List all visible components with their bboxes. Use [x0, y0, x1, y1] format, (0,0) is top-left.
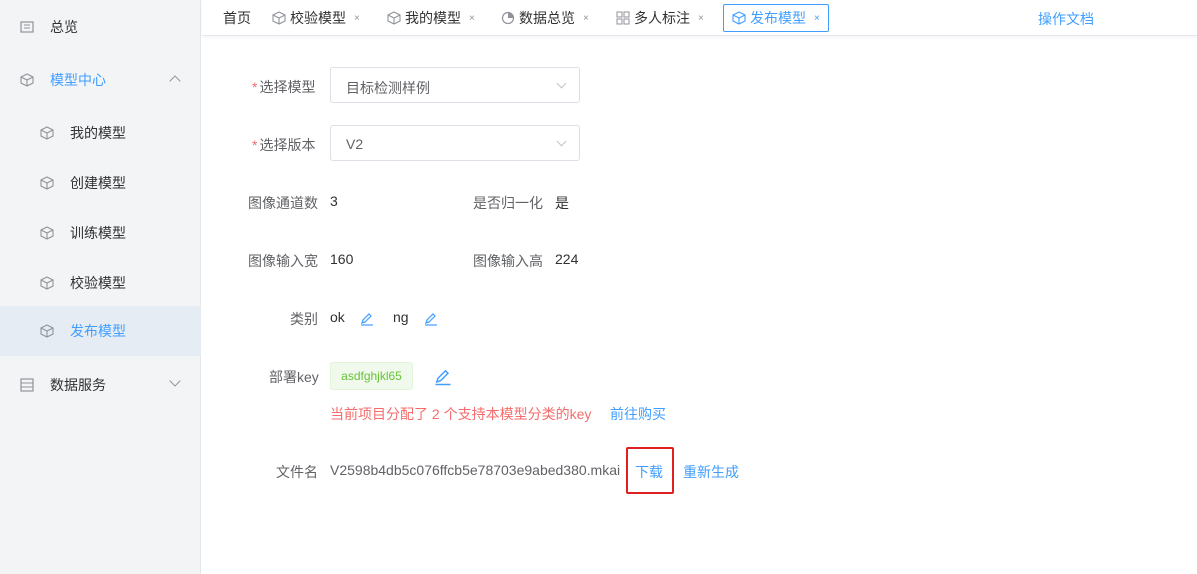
- width-label: 图像输入宽: [248, 253, 318, 269]
- sidebar-item-data-service[interactable]: 数据服务: [0, 360, 201, 410]
- tab-validate-model[interactable]: 校验模型 ×: [272, 4, 360, 32]
- version-select-value: V2: [346, 136, 364, 152]
- docs-link[interactable]: 操作文档: [1038, 9, 1094, 29]
- cube-icon: [40, 176, 54, 190]
- regenerate-link[interactable]: 重新生成: [683, 462, 739, 482]
- sidebar-item-label: 模型中心: [50, 72, 106, 88]
- required-mark: *: [252, 79, 258, 95]
- model-select[interactable]: 目标检测样例: [330, 67, 580, 103]
- chevron-up-icon: [169, 75, 181, 87]
- cube-icon: [387, 11, 401, 25]
- chevron-down-icon: [556, 78, 567, 89]
- sidebar-item-create-model[interactable]: 创建模型: [0, 158, 201, 208]
- tab-label: 首页: [223, 10, 251, 26]
- normalize-label: 是否归一化: [473, 195, 543, 211]
- sidebar-item-validate-model[interactable]: 校验模型: [0, 258, 201, 308]
- model-select-value: 目标检测样例: [346, 80, 430, 96]
- close-icon[interactable]: ×: [583, 13, 589, 24]
- overview-icon: [20, 21, 34, 33]
- category-value: ng: [393, 309, 409, 325]
- select-model-label: * 选择模型: [252, 77, 315, 97]
- sidebar-item-label: 训练模型: [70, 225, 126, 241]
- normalize-value: 是: [555, 195, 569, 211]
- close-icon[interactable]: ×: [354, 13, 360, 24]
- sidebar-item-my-models[interactable]: 我的模型: [0, 108, 201, 158]
- cube-icon: [272, 11, 286, 25]
- cube-icon: [20, 73, 34, 87]
- sidebar: 总览 模型中心 我的模型 创建模型 训练模型 校验模型 发布模型 数据服务: [0, 0, 201, 574]
- version-select[interactable]: V2: [330, 125, 580, 161]
- sidebar-item-label: 创建模型: [70, 175, 126, 191]
- required-mark: *: [252, 137, 258, 153]
- sidebar-item-label: 总览: [50, 19, 78, 35]
- deploy-key-tag: asdfghjkl65: [330, 362, 413, 390]
- label-text: 选择模型: [259, 79, 316, 95]
- cube-icon: [40, 226, 54, 240]
- tab-label: 数据总览: [519, 10, 575, 26]
- buy-link[interactable]: 前往购买: [610, 404, 666, 424]
- sidebar-item-label: 数据服务: [50, 377, 106, 393]
- cube-icon: [40, 324, 54, 338]
- sidebar-item-label: 发布模型: [70, 323, 126, 339]
- grid-icon: [616, 11, 630, 25]
- sidebar-item-train-model[interactable]: 训练模型: [0, 208, 201, 258]
- sidebar-item-label: 我的模型: [70, 125, 126, 141]
- height-value: 224: [555, 251, 579, 267]
- database-icon: [20, 378, 34, 392]
- tab-data-overview[interactable]: 数据总览 ×: [501, 4, 589, 32]
- file-name-value: V2598b4db5c076ffcb5e78703e9abed380.mkai: [330, 462, 621, 478]
- tab-my-models[interactable]: 我的模型 ×: [387, 4, 475, 32]
- sidebar-item-label: 校验模型: [70, 275, 126, 291]
- tab-home[interactable]: 首页: [223, 4, 251, 32]
- edit-icon[interactable]: [433, 367, 453, 387]
- cube-icon: [40, 276, 54, 290]
- pie-chart-icon: [501, 11, 515, 25]
- close-icon[interactable]: ×: [814, 13, 820, 24]
- tab-label: 我的模型: [405, 10, 461, 26]
- category-label: 类别: [290, 311, 318, 327]
- download-link[interactable]: 下载: [635, 462, 663, 482]
- edit-icon[interactable]: [359, 311, 375, 327]
- cube-icon: [40, 126, 54, 140]
- file-label: 文件名: [276, 464, 318, 480]
- sidebar-item-publish-model[interactable]: 发布模型: [0, 306, 201, 356]
- channels-label: 图像通道数: [248, 195, 318, 211]
- tab-label: 多人标注: [634, 10, 690, 26]
- channels-value: 3: [330, 193, 338, 209]
- key-warning-text: 当前项目分配了 2 个支持本模型分类的key: [330, 406, 592, 422]
- tab-label: 校验模型: [290, 10, 346, 26]
- tab-publish-model[interactable]: 发布模型 ×: [723, 4, 829, 32]
- width-value: 160: [330, 251, 354, 267]
- close-icon[interactable]: ×: [469, 13, 475, 24]
- select-version-label: * 选择版本: [252, 135, 315, 155]
- close-icon[interactable]: ×: [698, 13, 704, 24]
- tab-multi-annotation[interactable]: 多人标注 ×: [616, 4, 704, 32]
- edit-icon[interactable]: [423, 311, 439, 327]
- tab-label: 发布模型: [750, 10, 806, 26]
- chevron-down-icon: [556, 136, 567, 147]
- label-text: 选择版本: [259, 137, 316, 153]
- chevron-down-icon: [169, 375, 181, 387]
- category-value: ok: [330, 309, 345, 325]
- sidebar-item-model-center[interactable]: 模型中心: [0, 55, 201, 105]
- height-label: 图像输入高: [473, 253, 543, 269]
- sidebar-item-overview[interactable]: 总览: [0, 2, 201, 52]
- deploy-key-label: 部署key: [269, 369, 319, 385]
- cube-icon: [732, 11, 746, 25]
